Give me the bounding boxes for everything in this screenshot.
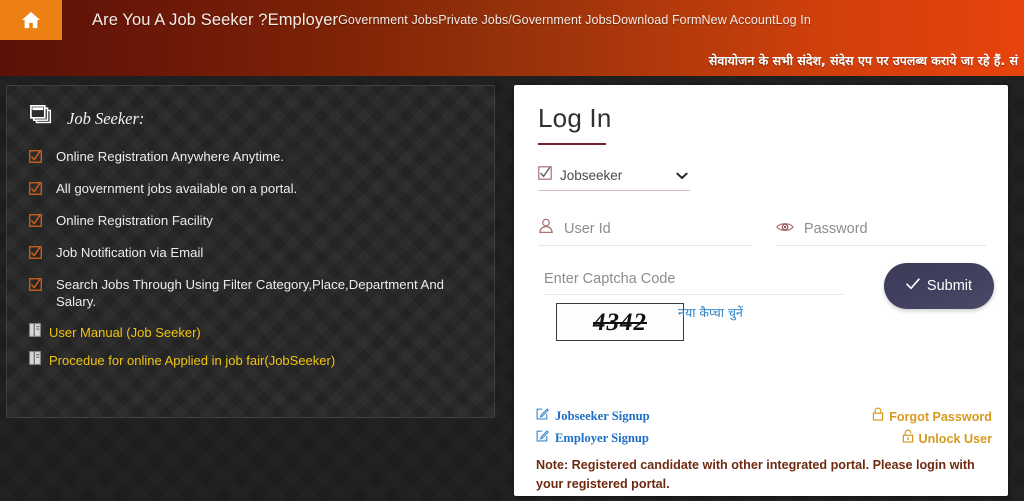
- feature-text: All government jobs available on a porta…: [56, 181, 298, 196]
- checkbox-checked-icon: [29, 214, 42, 232]
- captcha-input[interactable]: Enter Captcha Code: [544, 270, 844, 295]
- login-footer-links: Jobseeker Signup Employer Signup Forgot …: [536, 407, 992, 494]
- nav-links: Are You A Job Seeker ? Employer Governme…: [62, 0, 1024, 40]
- account-link-label[interactable]: Forgot Password: [889, 410, 992, 424]
- chevron-down-icon[interactable]: [676, 167, 688, 185]
- nav-item-private-jobs-government-jobs[interactable]: Private Jobs/Government Jobs: [438, 13, 612, 27]
- user-icon: [538, 218, 554, 239]
- password-placeholder: Password: [803, 220, 868, 237]
- feature-text: Job Notification via Email: [56, 245, 204, 260]
- edit-square-icon: [536, 429, 549, 447]
- nav-brand-job-seeker[interactable]: Are You A Job Seeker ?: [92, 11, 268, 30]
- checkbox-checked-icon: [29, 150, 42, 168]
- password-field[interactable]: Password: [775, 218, 986, 246]
- captcha-placeholder: Enter Captcha Code: [544, 271, 676, 287]
- feature-text: Online Registration Facility: [56, 213, 213, 228]
- role-select-value: Jobseeker: [560, 168, 623, 183]
- doc-link-label[interactable]: User Manual (Job Seeker): [49, 325, 201, 340]
- job-seeker-info-panel: Job Seeker: Online Registration Anywhere…: [6, 85, 495, 418]
- nav-item-log-in[interactable]: Log In: [776, 13, 811, 27]
- list-item: All government jobs available on a porta…: [29, 181, 478, 200]
- user-id-field[interactable]: User Id: [538, 218, 752, 246]
- lock-icon: [872, 407, 884, 426]
- doc-link-user-manual[interactable]: User Manual (Job Seeker): [29, 323, 478, 342]
- doc-link-label[interactable]: Procedue for online Applied in job fair(…: [49, 353, 335, 368]
- feature-text: Search Jobs Through Using Filter Categor…: [56, 277, 445, 309]
- nav-item-government-jobs[interactable]: Government Jobs: [338, 13, 438, 27]
- stacked-windows-icon: [29, 104, 55, 133]
- feature-list: Online Registration Anywhere Anytime. Al…: [23, 149, 478, 310]
- list-item: Online Registration Anywhere Anytime.: [29, 149, 478, 168]
- checkbox-checked-icon: [538, 166, 552, 185]
- jobseeker-signup-link[interactable]: Jobseeker Signup: [536, 407, 650, 425]
- submit-button[interactable]: Submit: [884, 263, 994, 309]
- user-id-placeholder: User Id: [564, 220, 611, 237]
- list-item: Job Notification via Email: [29, 245, 478, 264]
- account-help-links: Forgot Password Unlock User: [872, 407, 992, 451]
- site-header: Are You A Job Seeker ? Employer Governme…: [0, 0, 1024, 76]
- announcement-marquee: सेवायोजन के सभी संदेश, संदेस एप पर उपलब्…: [0, 52, 1024, 74]
- forgot-password-link[interactable]: Forgot Password: [872, 407, 992, 426]
- captcha-image: 4342: [556, 303, 684, 341]
- job-seeker-heading-label: Job Seeker:: [67, 108, 145, 128]
- main-navigation: Are You A Job Seeker ? Employer Governme…: [0, 0, 1024, 40]
- eye-icon[interactable]: [776, 220, 794, 238]
- credential-fields: User Id Password: [536, 218, 986, 246]
- list-item: Search Jobs Through Using Filter Categor…: [29, 277, 478, 310]
- document-icon: [29, 323, 41, 342]
- check-icon: [906, 278, 920, 294]
- page-content: Job Seeker: Online Registration Anywhere…: [0, 76, 1024, 501]
- captcha-refresh-link[interactable]: नया कैप्चा चुनें: [678, 304, 743, 321]
- submit-button-label: Submit: [926, 278, 973, 294]
- checkbox-checked-icon: [29, 278, 42, 296]
- checkbox-checked-icon: [29, 182, 42, 200]
- job-seeker-heading: Job Seeker:: [23, 104, 478, 133]
- signup-link-label[interactable]: Employer Signup: [555, 431, 649, 446]
- captcha-code-text: 4342: [593, 309, 647, 336]
- feature-text: Online Registration Anywhere Anytime.: [56, 149, 284, 164]
- checkbox-checked-icon: [29, 246, 42, 264]
- home-button[interactable]: [0, 0, 62, 40]
- doc-link-job-fair-procedure[interactable]: Procedue for online Applied in job fair(…: [29, 351, 478, 370]
- document-icon: [29, 351, 41, 370]
- login-note: Note: Registered candidate with other in…: [536, 458, 975, 491]
- account-link-label[interactable]: Unlock User: [919, 432, 993, 446]
- page-title: Log In: [538, 103, 612, 133]
- home-icon: [21, 11, 41, 29]
- edit-square-icon: [536, 407, 549, 425]
- nav-item-download-form[interactable]: Download Form: [612, 13, 702, 27]
- document-links: User Manual (Job Seeker) Procedue for on…: [23, 323, 478, 370]
- employer-signup-link[interactable]: Employer Signup: [536, 429, 650, 447]
- unlock-icon: [902, 429, 914, 448]
- unlock-user-link[interactable]: Unlock User: [902, 429, 993, 448]
- nav-item-new-account[interactable]: New Account: [702, 13, 776, 27]
- marquee-text: सेवायोजन के सभी संदेश, संदेस एप पर उपलब्…: [708, 53, 1018, 68]
- signup-link-label[interactable]: Jobseeker Signup: [555, 409, 650, 424]
- links-grid: Jobseeker Signup Employer Signup Forgot …: [536, 407, 992, 451]
- list-item: Online Registration Facility: [29, 213, 478, 232]
- title-underline: [538, 143, 606, 145]
- signup-links: Jobseeker Signup Employer Signup: [536, 407, 650, 451]
- role-select[interactable]: Jobseeker: [538, 166, 690, 191]
- login-card: Log In Jobseeker User Id Password Enter …: [514, 85, 1008, 496]
- nav-employer[interactable]: Employer: [268, 11, 339, 30]
